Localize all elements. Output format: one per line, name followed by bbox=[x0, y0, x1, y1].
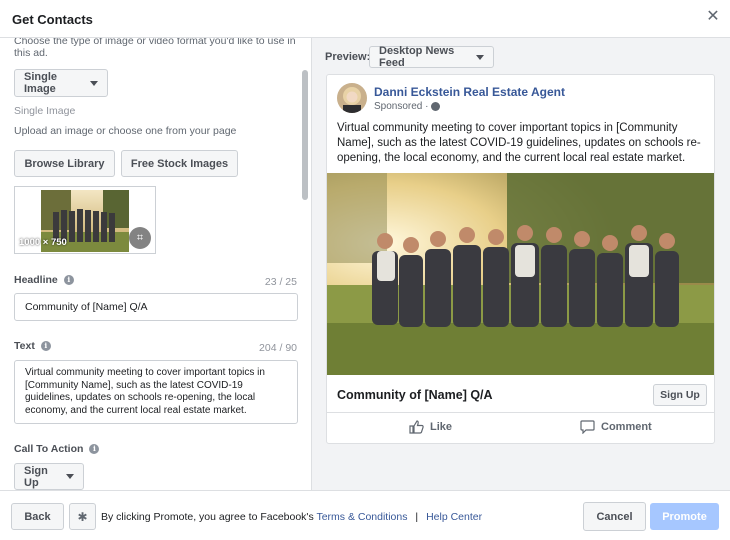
format-select[interactable]: Single Image bbox=[14, 69, 108, 97]
dialog-header: Get Contacts ✕ bbox=[0, 0, 730, 38]
sign-up-button[interactable]: Sign Up bbox=[653, 384, 707, 406]
like-action[interactable]: Like bbox=[409, 420, 452, 434]
comment-icon bbox=[580, 420, 595, 434]
link-description-bar[interactable]: Community of [Name] Q/A Sign Up bbox=[327, 375, 714, 413]
dialog-footer: Back ✱ By clicking Promote, you agree to… bbox=[0, 490, 730, 540]
upload-hint: Upload an image or choose one from your … bbox=[14, 125, 237, 137]
back-button[interactable]: Back bbox=[11, 503, 64, 530]
post-text: Virtual community meeting to cover impor… bbox=[337, 122, 701, 164]
format-select-value: Single Image bbox=[24, 71, 58, 95]
avatar bbox=[337, 83, 367, 113]
gear-icon[interactable]: ✱ bbox=[69, 503, 96, 530]
headline-counter: 23 / 25 bbox=[264, 276, 297, 288]
ad-headline: Community of [Name] Q/A bbox=[337, 388, 493, 402]
headline-label-text: Headline bbox=[14, 274, 58, 286]
consent-label: By clicking Promote, you agree to Facebo… bbox=[101, 511, 314, 523]
ad-image bbox=[327, 173, 714, 375]
panel-scrollbar[interactable] bbox=[302, 70, 308, 200]
cta-label-text: Call To Action bbox=[14, 443, 84, 455]
like-label: Like bbox=[430, 421, 453, 433]
close-icon[interactable]: ✕ bbox=[705, 9, 721, 25]
cta-label: Call To Action i bbox=[14, 443, 100, 455]
crop-icon[interactable]: ⌗ bbox=[129, 227, 151, 249]
dialog-title: Get Contacts bbox=[12, 12, 93, 27]
terms-link[interactable]: Terms & Conditions bbox=[316, 511, 407, 523]
headline-input[interactable]: Community of [Name] Q/A bbox=[14, 293, 298, 321]
comment-action[interactable]: Comment bbox=[580, 420, 652, 434]
caret-down-icon bbox=[476, 54, 484, 60]
page-name[interactable]: Danni Eckstein Real Estate Agent bbox=[374, 85, 565, 99]
text-input[interactable]: Virtual community meeting to cover impor… bbox=[14, 360, 298, 424]
info-icon[interactable]: i bbox=[63, 275, 74, 285]
cancel-button[interactable]: Cancel bbox=[583, 502, 646, 531]
browse-library-button[interactable]: Browse Library bbox=[14, 150, 115, 177]
sponsored-text: Sponsored · bbox=[374, 101, 429, 112]
placement-select-value: Desktop News Feed bbox=[379, 45, 455, 69]
info-icon[interactable]: i bbox=[40, 341, 51, 351]
caret-down-icon bbox=[90, 80, 98, 86]
text-label: Text i bbox=[14, 340, 51, 352]
text-counter: 204 / 90 bbox=[259, 342, 297, 354]
globe-icon bbox=[431, 102, 441, 111]
thumbnail-dimensions: 1000 × 750 bbox=[19, 237, 67, 248]
caret-down-icon bbox=[66, 474, 74, 479]
comment-label: Comment bbox=[601, 421, 652, 433]
consent-text: By clicking Promote, you agree to Facebo… bbox=[101, 511, 482, 523]
format-intro-text: Choose the type of image or video format… bbox=[14, 38, 296, 59]
info-icon[interactable]: i bbox=[89, 444, 100, 454]
cta-select-value: Sign Up bbox=[24, 464, 48, 489]
footer-separator: | bbox=[415, 511, 419, 523]
placement-select[interactable]: Desktop News Feed bbox=[369, 45, 494, 69]
text-label-text: Text bbox=[14, 340, 35, 352]
ad-preview-panel: Preview: Desktop News Feed Danni Eckstei… bbox=[312, 38, 730, 490]
free-stock-images-button[interactable]: Free Stock Images bbox=[121, 150, 238, 177]
selected-image-thumbnail[interactable]: 1000 × 750 ⌗ bbox=[14, 186, 156, 254]
sponsored-label: Sponsored · bbox=[374, 101, 441, 112]
preview-label: Preview: bbox=[325, 51, 371, 63]
section-title-single-image: Single Image bbox=[14, 105, 76, 117]
thumbs-up-icon bbox=[409, 420, 424, 434]
news-feed-ad-card: Danni Eckstein Real Estate Agent Sponsor… bbox=[326, 74, 715, 444]
promote-button[interactable]: Promote bbox=[650, 503, 719, 530]
help-center-link[interactable]: Help Center bbox=[426, 511, 482, 523]
cta-select[interactable]: Sign Up bbox=[14, 463, 84, 490]
headline-label: Headline i bbox=[14, 274, 74, 286]
ad-settings-panel: Choose the type of image or video format… bbox=[0, 38, 312, 490]
